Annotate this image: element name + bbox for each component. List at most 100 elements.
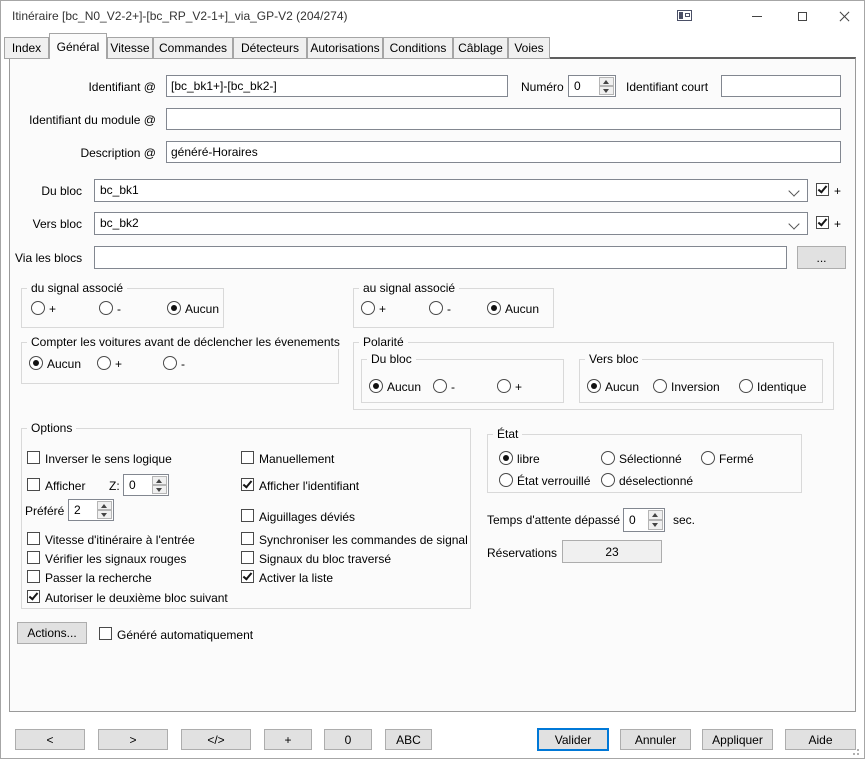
minimize-button[interactable]: [738, 1, 776, 31]
radio-compter-plus[interactable]: [97, 356, 111, 370]
radio-polarite-du-aucun[interactable]: [369, 379, 383, 393]
radio-du-signal-moins[interactable]: [99, 301, 113, 315]
tab-conditions[interactable]: Conditions: [383, 37, 453, 59]
radio-du-signal-plus[interactable]: [31, 301, 45, 315]
radio-compter-moins[interactable]: [163, 356, 177, 370]
checkbox-aiguillages-devies[interactable]: [241, 509, 254, 522]
spin-down-icon[interactable]: [648, 520, 663, 530]
radio-label: Inversion: [671, 380, 720, 394]
maximize-button[interactable]: [783, 1, 821, 31]
appliquer-button[interactable]: Appliquer: [702, 729, 773, 750]
window-layout-icon: [677, 10, 692, 21]
nav-zero-button[interactable]: 0: [324, 729, 372, 750]
vers-bloc-combobox[interactable]: bc_bk2: [94, 212, 808, 235]
aide-button[interactable]: Aide: [785, 729, 856, 750]
checkbox-manuellement[interactable]: [241, 451, 254, 464]
tab-vitesse[interactable]: Vitesse: [107, 37, 153, 59]
radio-label: -: [117, 302, 121, 316]
annuler-button[interactable]: Annuler: [620, 729, 691, 750]
checkbox-genere-automatiquement[interactable]: [99, 627, 112, 640]
radio-du-signal-aucun[interactable]: [167, 301, 181, 315]
checkbox-autoriser-deuxieme[interactable]: [27, 590, 40, 603]
checkbox-label: Inverser le sens logique: [45, 452, 172, 466]
z-spinner[interactable]: 0: [123, 474, 169, 496]
checkbox-label: Signaux du bloc traversé: [259, 552, 391, 566]
radio-au-signal-aucun[interactable]: [487, 301, 501, 315]
spin-down-icon[interactable]: [599, 86, 614, 95]
checkbox-inverser-sens[interactable]: [27, 451, 40, 464]
nav-abc-button[interactable]: ABC: [385, 729, 432, 750]
tab-detecteurs[interactable]: Détecteurs: [233, 37, 307, 59]
radio-polarite-du-plus[interactable]: [497, 379, 511, 393]
tab-cablage[interactable]: Câblage: [453, 37, 508, 59]
via-blocs-browse-button[interactable]: ...: [797, 246, 846, 269]
window-title: Itinéraire [bc_N0_V2-2+]-[bc_RP_V2-1+]_v…: [12, 9, 348, 23]
dialog-window: Itinéraire [bc_N0_V2-2+]-[bc_RP_V2-1+]_v…: [0, 0, 865, 759]
checkbox-afficher-identifiant[interactable]: [241, 478, 254, 491]
resize-grip[interactable]: [857, 749, 859, 751]
nav-prev-button[interactable]: <: [15, 729, 85, 750]
radio-polarite-vers-inversion[interactable]: [653, 379, 667, 393]
actions-button[interactable]: Actions...: [17, 622, 87, 644]
temps-attente-suffix: sec.: [673, 513, 695, 527]
prefere-spinner[interactable]: 2: [68, 499, 114, 521]
temps-attente-spinner[interactable]: 0: [623, 508, 665, 532]
description-label: Description @: [80, 146, 156, 160]
radio-polarite-vers-aucun[interactable]: [587, 379, 601, 393]
spin-up-icon[interactable]: [152, 476, 167, 485]
radio-label: Aucun: [505, 302, 539, 316]
spin-up-icon[interactable]: [648, 510, 663, 520]
radio-polarite-vers-identique[interactable]: [739, 379, 753, 393]
tab-autorisations[interactable]: Autorisations: [307, 37, 383, 59]
spin-up-icon[interactable]: [599, 77, 614, 86]
radio-polarite-du-moins[interactable]: [433, 379, 447, 393]
module-input[interactable]: [166, 108, 841, 130]
radio-etat-libre[interactable]: [499, 451, 513, 465]
radio-au-signal-plus[interactable]: [361, 301, 375, 315]
radio-etat-selectionne[interactable]: [601, 451, 615, 465]
checkbox-signaux-traverse[interactable]: [241, 551, 254, 564]
resize-grip[interactable]: [857, 753, 859, 755]
identifiant-court-input[interactable]: [721, 75, 841, 97]
du-bloc-combobox[interactable]: bc_bk1: [94, 179, 808, 202]
radio-etat-verrouille[interactable]: [499, 473, 513, 487]
chevron-down-icon: [788, 185, 799, 196]
checkbox-label: Passer la recherche: [45, 571, 152, 585]
checkbox-activer-liste[interactable]: [241, 570, 254, 583]
radio-label: Aucun: [605, 380, 639, 394]
identifiant-input[interactable]: [bc_bk1+]-[bc_bk2-]: [166, 75, 508, 97]
tab-commandes[interactable]: Commandes: [153, 37, 233, 59]
close-button[interactable]: [825, 1, 863, 31]
nav-next-button[interactable]: >: [98, 729, 168, 750]
checkbox-vitesse-itineraire[interactable]: [27, 532, 40, 545]
tab-index[interactable]: Index: [4, 37, 49, 59]
radio-compter-aucun[interactable]: [29, 356, 43, 370]
valider-button[interactable]: Valider: [537, 728, 609, 751]
spin-down-icon[interactable]: [97, 510, 112, 519]
description-input[interactable]: généré-Horaires: [166, 141, 841, 163]
radio-au-signal-moins[interactable]: [429, 301, 443, 315]
tab-voies[interactable]: Voies: [508, 37, 550, 59]
numero-label: Numéro: [521, 80, 564, 94]
checkbox-passer-recherche[interactable]: [27, 570, 40, 583]
checkbox-afficher[interactable]: [27, 478, 40, 491]
group-options-title: Options: [27, 421, 76, 435]
radio-etat-deselectionne[interactable]: [601, 473, 615, 487]
resize-grip[interactable]: [853, 753, 855, 755]
checkbox-synchroniser-commandes[interactable]: [241, 532, 254, 545]
tab-general[interactable]: Général: [49, 33, 107, 59]
spin-down-icon[interactable]: [152, 485, 167, 494]
tab-label: Câblage: [458, 41, 503, 55]
numero-spinner[interactable]: 0: [568, 75, 616, 97]
vers-bloc-plus-checkbox[interactable]: [816, 216, 829, 229]
prefere-label: Préféré: [25, 504, 64, 518]
radio-etat-ferme[interactable]: [701, 451, 715, 465]
tab-label: Voies: [514, 41, 543, 55]
nav-plus-button[interactable]: +: [264, 729, 312, 750]
nav-code-button[interactable]: </>: [181, 729, 251, 750]
via-blocs-input[interactable]: [94, 246, 787, 269]
checkbox-label: Aiguillages déviés: [259, 510, 355, 524]
du-bloc-plus-checkbox[interactable]: [816, 183, 829, 196]
checkbox-verifier-signaux[interactable]: [27, 551, 40, 564]
spin-up-icon[interactable]: [97, 501, 112, 510]
